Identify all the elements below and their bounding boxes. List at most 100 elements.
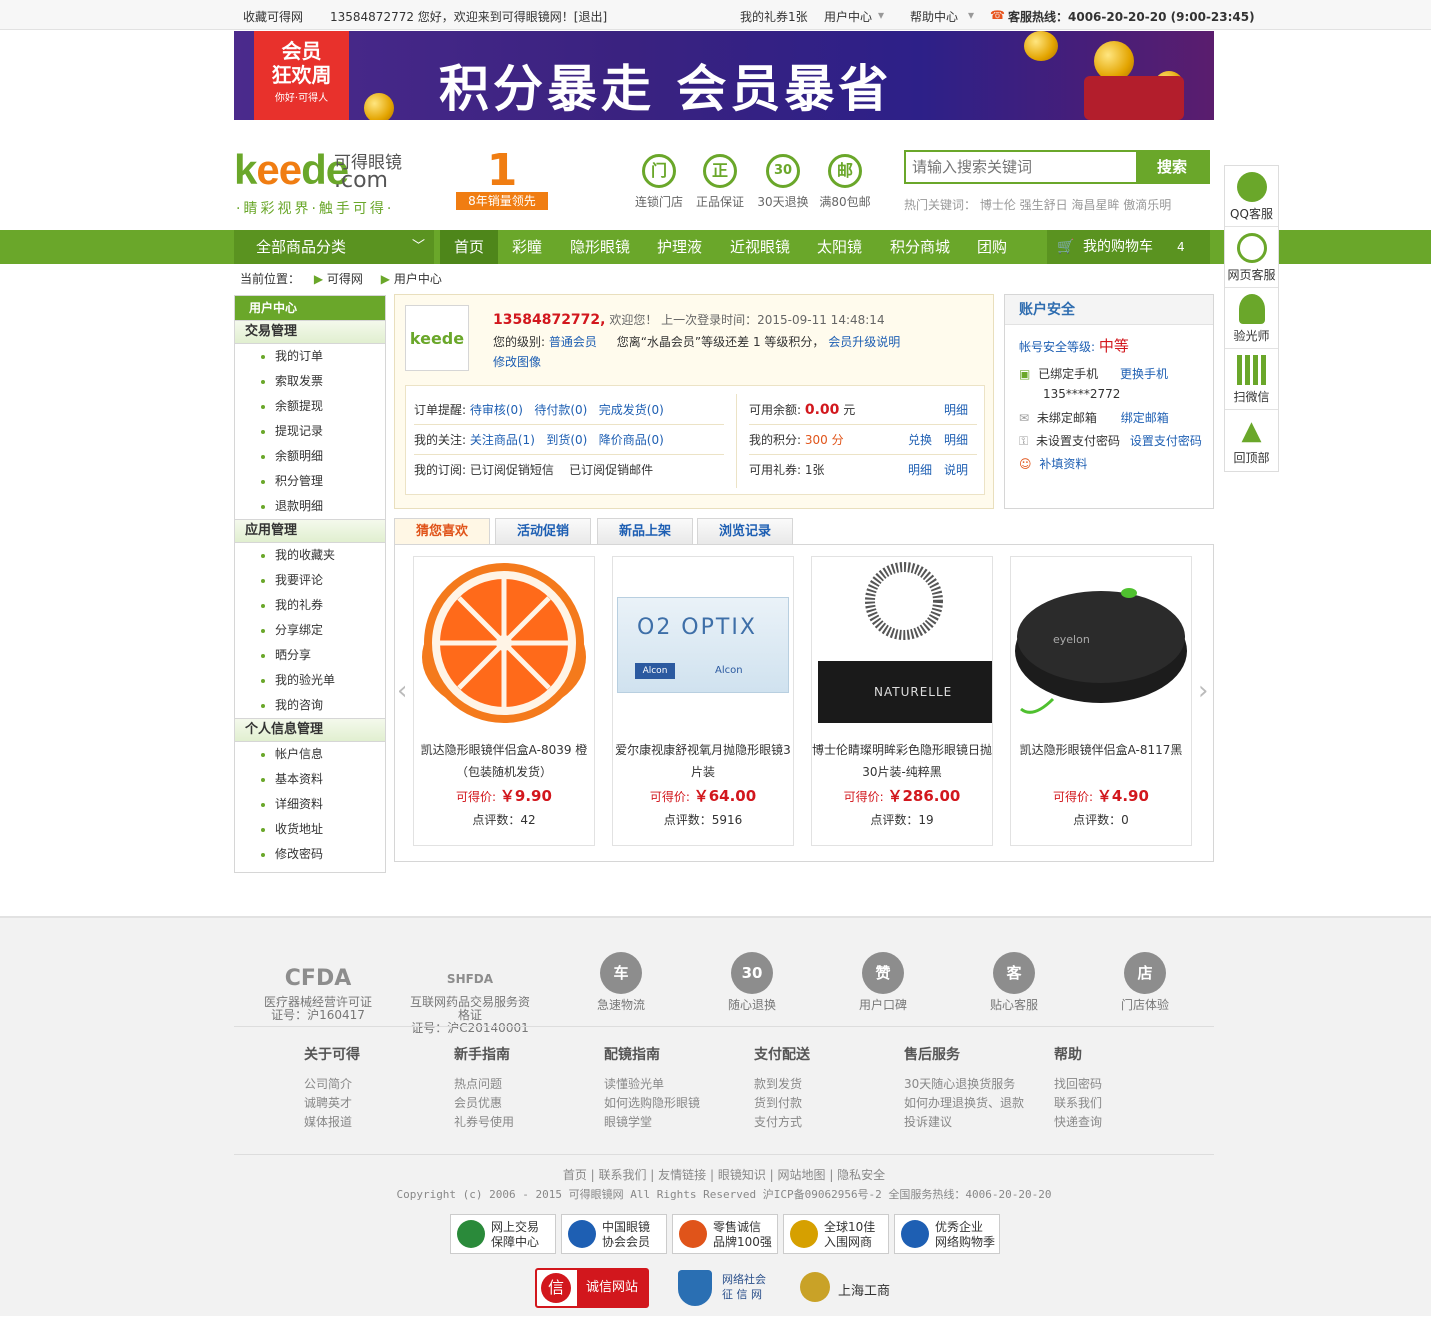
sidebar-item[interactable]: 收货地址 bbox=[235, 817, 385, 842]
tab-browse-history[interactable]: 浏览记录 bbox=[697, 518, 793, 545]
product-image[interactable]: eyelon bbox=[1013, 559, 1189, 727]
sidebar-item[interactable]: 余额提现 bbox=[235, 394, 385, 419]
sales-award: 1 8年销量领先 bbox=[447, 145, 557, 216]
product-name[interactable]: 爱尔康视康舒视氧月抛隐形眼镜3片装 bbox=[613, 739, 793, 783]
search-button[interactable]: 搜索 bbox=[1136, 152, 1208, 182]
trust-seal[interactable]: 零售诚信 品牌100强 bbox=[672, 1214, 778, 1254]
upgrade-info-link[interactable]: 会员升级说明 bbox=[828, 335, 900, 349]
top-bar: 收藏可得网 13584872772 您好，欢迎来到可得眼镜网！[退出] 我的礼券… bbox=[0, 0, 1431, 30]
site-logo[interactable]: keede 可得眼镜 .com ·睛彩视界·触手可得· bbox=[234, 146, 402, 217]
sidebar-item[interactable]: 我的礼券 bbox=[235, 593, 385, 618]
shipped-link[interactable]: 完成发货(0) bbox=[599, 403, 664, 417]
change-phone-link[interactable]: 更换手机 bbox=[1120, 367, 1168, 381]
social-credit-seal[interactable]: 网络社会 征 信 网 bbox=[678, 1268, 788, 1308]
hot-keywords[interactable]: 热门关键词： 博士伦 强生舒日 海昌星眸 傲滴乐明 bbox=[904, 196, 1171, 213]
product-name[interactable]: 凯达隐形眼镜伴侣盒A-8117黑 bbox=[1011, 739, 1191, 761]
web-service-button[interactable]: 网页客服 bbox=[1225, 227, 1278, 288]
price-drop-link[interactable]: 降价商品(0) bbox=[599, 433, 664, 447]
nav-item-groupbuy[interactable]: 团购 bbox=[977, 230, 1007, 264]
laurel-icon: 1 bbox=[486, 145, 518, 196]
breadcrumb-home[interactable]: 可得网 bbox=[327, 272, 363, 286]
cart-button[interactable]: 🛒 我的购物车 4 bbox=[1047, 230, 1210, 264]
all-categories-menu[interactable]: 全部商品分类 ﹀ bbox=[234, 230, 434, 264]
arrival-link[interactable]: 到货(0) bbox=[546, 433, 587, 447]
sidebar-item[interactable]: 我的订单 bbox=[235, 344, 385, 369]
service-stores[interactable]: 门连锁门店 bbox=[628, 154, 690, 210]
nav-item-points-mall[interactable]: 积分商城 bbox=[890, 230, 950, 264]
tab-new-arrivals[interactable]: 新品上架 bbox=[597, 518, 693, 545]
points-detail-link[interactable]: 明细 bbox=[944, 431, 968, 448]
sidebar-item[interactable]: 余额明细 bbox=[235, 444, 385, 469]
trust-seal[interactable]: 中国眼镜 协会会员 bbox=[561, 1214, 667, 1254]
product-image[interactable] bbox=[416, 559, 592, 727]
sidebar-item[interactable]: 我的验光单 bbox=[235, 668, 385, 693]
product-name[interactable]: 博士伦睛璨明眸彩色隐形眼镜日抛30片装-纯粹黑 bbox=[812, 739, 992, 783]
exchange-link[interactable]: 兑换 bbox=[908, 431, 932, 448]
sidebar-item[interactable]: 索取发票 bbox=[235, 369, 385, 394]
chevron-down-icon[interactable]: ▾ bbox=[968, 8, 974, 22]
nav-item-solution[interactable]: 护理液 bbox=[657, 230, 702, 264]
product-name[interactable]: 凯达隐形眼镜伴侣盒A-8039 橙（包装随机发货） bbox=[414, 739, 594, 783]
sidebar-item[interactable]: 详细资料 bbox=[235, 792, 385, 817]
set-pay-password-link[interactable]: 设置支付密码 bbox=[1130, 434, 1202, 448]
nav-item-contact-lens[interactable]: 隐形眼镜 bbox=[570, 230, 630, 264]
nav-item-sunglasses[interactable]: 太阳镜 bbox=[817, 230, 862, 264]
pending-review-link[interactable]: 待审核(0) bbox=[470, 403, 523, 417]
nav-item-glasses[interactable]: 近视眼镜 bbox=[730, 230, 790, 264]
member-level[interactable]: 普通会员 bbox=[549, 335, 597, 349]
sidebar-item[interactable]: 帐户信息 bbox=[235, 742, 385, 767]
sidebar-item[interactable]: 退款明细 bbox=[235, 494, 385, 519]
credit-site-seal[interactable]: 信 诚信网站 bbox=[535, 1268, 649, 1308]
service-return[interactable]: 30 30天退换 bbox=[752, 154, 814, 210]
sidebar-item[interactable]: 提现记录 bbox=[235, 419, 385, 444]
account-security-panel: 账户安全 帐号安全等级: 中等 ▣ 已绑定手机 更换手机 135****2772… bbox=[1004, 294, 1214, 509]
help-center-link[interactable]: 帮助中心 bbox=[910, 8, 958, 25]
sidebar-item[interactable]: 积分管理 bbox=[235, 469, 385, 494]
product-card[interactable]: 凯达隐形眼镜伴侣盒A-8039 橙（包装随机发货） 可得价: ￥9.90 点评数… bbox=[413, 556, 595, 846]
sidebar-item[interactable]: 分享绑定 bbox=[235, 618, 385, 643]
sidebar-item[interactable]: 基本资料 bbox=[235, 767, 385, 792]
gift-link[interactable]: 我的礼券1张 bbox=[740, 8, 808, 25]
product-image[interactable]: O2 OPTIX Alcon Alcon bbox=[615, 559, 791, 727]
wechat-qr-button[interactable]: 扫微信 bbox=[1225, 349, 1278, 410]
chevron-down-icon[interactable]: ▾ bbox=[878, 8, 884, 22]
carousel-prev-icon[interactable]: ‹ bbox=[397, 676, 407, 706]
product-image[interactable]: NATURELLE bbox=[814, 559, 992, 727]
nav-item-color-lens[interactable]: 彩瞳 bbox=[512, 230, 542, 264]
sidebar-item[interactable]: 我的收藏夹 bbox=[235, 543, 385, 568]
sidebar-item[interactable]: 我要评论 bbox=[235, 568, 385, 593]
followed-products-link[interactable]: 关注商品(1) bbox=[470, 433, 535, 447]
tab-promotions[interactable]: 活动促销 bbox=[495, 518, 591, 545]
pending-payment-link[interactable]: 待付款(0) bbox=[534, 403, 587, 417]
tab-guess-like[interactable]: 猜您喜欢 bbox=[394, 518, 490, 545]
edit-avatar-link[interactable]: 修改图像 bbox=[493, 353, 541, 370]
sidebar-item[interactable]: 晒分享 bbox=[235, 643, 385, 668]
coupon-explain-link[interactable]: 说明 bbox=[944, 461, 968, 478]
complete-profile-link[interactable]: 补填资料 bbox=[1039, 457, 1087, 471]
carousel-next-icon[interactable]: › bbox=[1198, 676, 1208, 706]
trust-seal[interactable]: 优秀企业 网络购物季 bbox=[894, 1214, 1000, 1254]
product-card[interactable]: eyelon 凯达隐形眼镜伴侣盒A-8117黑 可得价: ￥4.90 点评数：0 bbox=[1010, 556, 1192, 846]
footer-col-aftersale: 售后服务 30天随心退换货服务 如何办理退换货、退款 投诉建议 bbox=[904, 1047, 1025, 1129]
promo-banner[interactable]: 会员 狂欢周 你好·可得人 积分暴走 会员暴省 bbox=[234, 31, 1214, 120]
sidebar-item[interactable]: 我的咨询 bbox=[235, 693, 385, 718]
service-shipping[interactable]: 邮满80包邮 bbox=[814, 154, 876, 210]
optometrist-button[interactable]: 验光师 bbox=[1225, 288, 1278, 349]
search-input[interactable] bbox=[906, 152, 1138, 182]
qq-service-button[interactable]: QQ客服 bbox=[1225, 166, 1278, 227]
trust-seal[interactable]: 全球10佳 入围网商 bbox=[783, 1214, 889, 1254]
trust-seal[interactable]: 网上交易 保障中心 bbox=[450, 1214, 556, 1254]
shanghai-ic-seal[interactable]: 上海工商 bbox=[800, 1268, 910, 1308]
user-center-link[interactable]: 用户中心 bbox=[824, 8, 872, 25]
service-genuine[interactable]: 正正品保证 bbox=[689, 154, 751, 210]
coupon-detail-link[interactable]: 明细 bbox=[908, 461, 932, 478]
footer-links[interactable]: 首页 | 联系我们 | 友情链接 | 眼镜知识 | 网站地图 | 隐私安全 bbox=[0, 1166, 1431, 1183]
back-to-top-button[interactable]: ▲ 回顶部 bbox=[1225, 410, 1278, 471]
add-favorite-link[interactable]: 收藏可得网 bbox=[243, 8, 303, 25]
product-card[interactable]: NATURELLE 博士伦睛璨明眸彩色隐形眼镜日抛30片装-纯粹黑 可得价: ￥… bbox=[811, 556, 993, 846]
sidebar-item[interactable]: 修改密码 bbox=[235, 842, 385, 867]
product-card[interactable]: O2 OPTIX Alcon Alcon 爱尔康视康舒视氧月抛隐形眼镜3片装 可… bbox=[612, 556, 794, 846]
nav-item-home[interactable]: 首页 bbox=[440, 230, 499, 264]
balance-detail-link[interactable]: 明细 bbox=[944, 401, 968, 418]
bind-email-link[interactable]: 绑定邮箱 bbox=[1121, 411, 1169, 425]
